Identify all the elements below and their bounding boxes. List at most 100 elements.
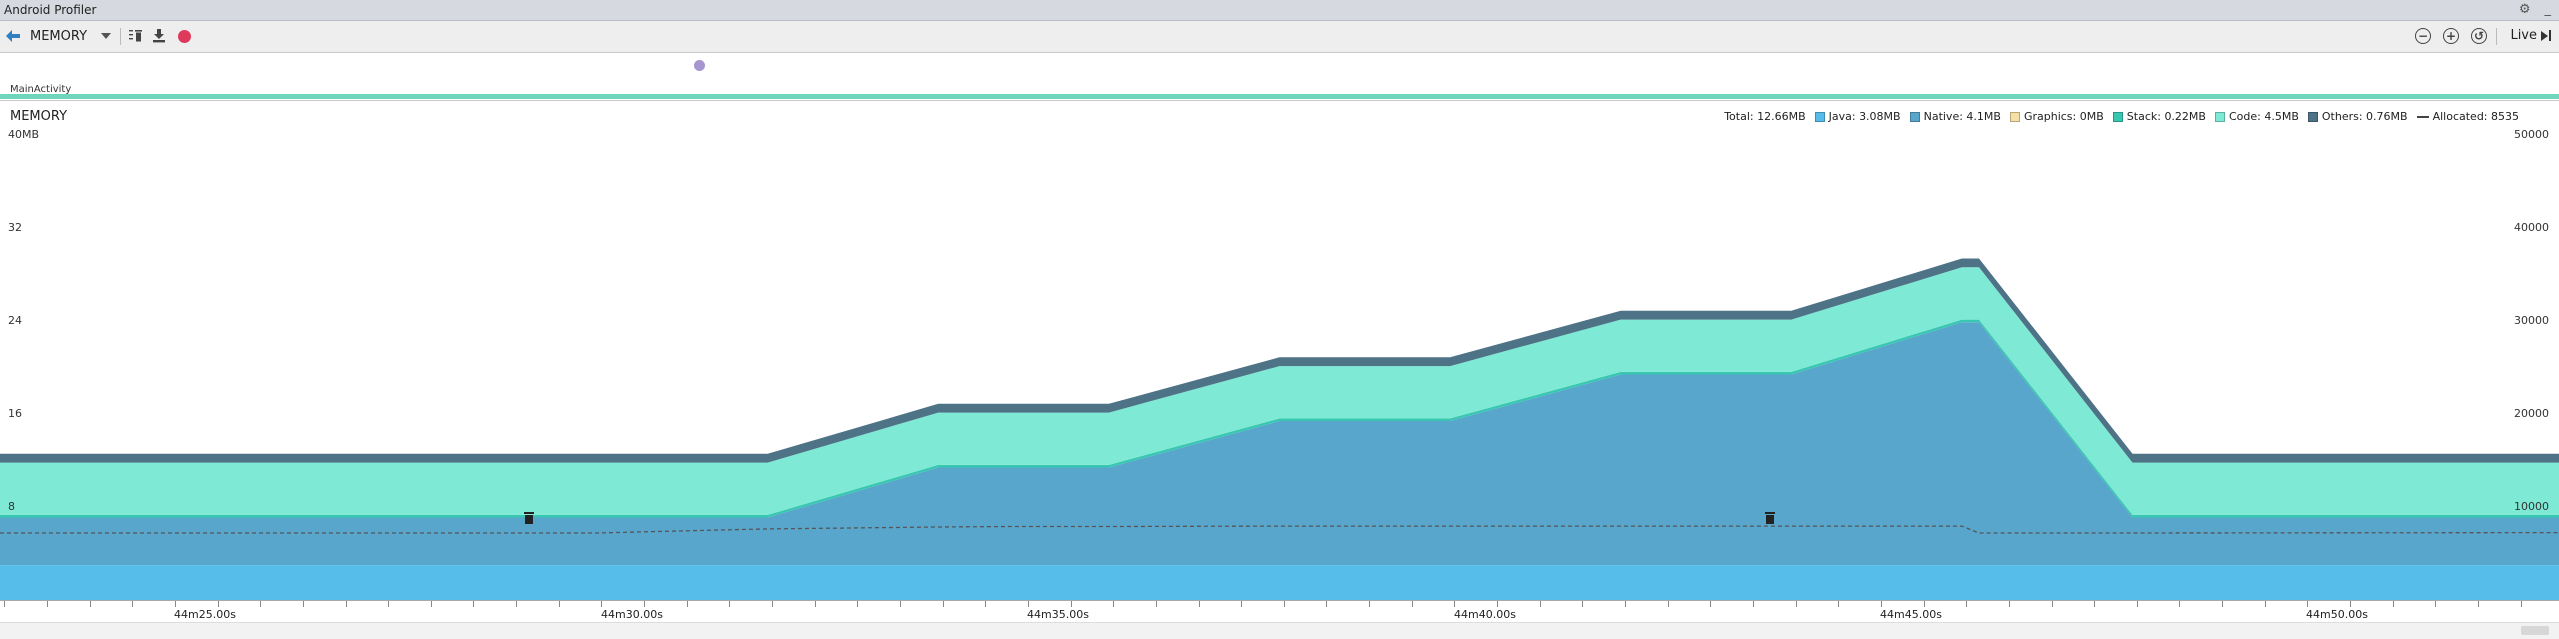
- time-tick: [4, 601, 6, 607]
- time-tick: [1966, 601, 1968, 607]
- activity-bar[interactable]: [0, 94, 2559, 99]
- y-left-tick-label: 16: [8, 407, 22, 420]
- live-button[interactable]: Live: [2510, 28, 2551, 43]
- settings-icon[interactable]: ⚙: [2519, 2, 2531, 17]
- legend-others-label: Others: 0.76MB: [2321, 110, 2408, 123]
- y-right-tick-label: 30000: [2514, 314, 2549, 327]
- time-tick: [89, 601, 91, 607]
- live-label: Live: [2510, 28, 2537, 43]
- time-tick: [1838, 601, 1840, 607]
- time-tick: [2435, 601, 2437, 607]
- time-tick: [46, 601, 48, 607]
- time-tick: [1539, 601, 1541, 607]
- y-left-tick-label: 32: [8, 221, 22, 234]
- y-left-tick-label: 8: [8, 500, 15, 513]
- legend-graphics: Graphics: 0MB: [2009, 110, 2104, 123]
- y-left-tick-label: 24: [8, 314, 22, 327]
- time-tick: [899, 601, 901, 607]
- trash-icon: [129, 30, 142, 42]
- gc-event-icon[interactable]: [523, 512, 534, 524]
- time-tick: [1625, 601, 1626, 607]
- time-axis: 44m25.00s 44m30.00s 44m35.00s 44m40.00s …: [0, 600, 2559, 623]
- y-right-tick-label: 10000: [2514, 500, 2549, 513]
- time-tick: [430, 601, 432, 607]
- legend-java-label: Java: 3.08MB: [1828, 110, 1901, 123]
- time-tick: [1070, 601, 1072, 607]
- zoom-out-button[interactable]: −: [2414, 27, 2432, 45]
- legend-others: Others: 0.76MB: [2307, 110, 2408, 123]
- horizontal-scrollbar[interactable]: [0, 622, 2559, 639]
- event-timeline: MainActivity: [0, 53, 2559, 98]
- time-tick: [857, 601, 859, 607]
- time-tick-label: 44m40.00s: [1454, 608, 1516, 621]
- y-right-tick-label: 20000: [2514, 407, 2549, 420]
- scrollbar-thumb[interactable]: [2521, 626, 2549, 635]
- record-icon: [177, 29, 191, 43]
- time-tick-label: 44m30.00s: [601, 608, 663, 621]
- memory-title: MEMORY: [10, 109, 68, 124]
- back-arrow-icon[interactable]: [4, 27, 22, 45]
- time-tick: [1795, 601, 1797, 607]
- legend-stack-label: Stack: 0.22MB: [2126, 110, 2206, 123]
- legend-total: Total: 12.66MB: [1724, 110, 1806, 123]
- legend-allocated-label: Allocated: 8535: [2432, 110, 2519, 123]
- legend-native: Native: 4.1MB: [1909, 110, 2001, 123]
- time-tick: [174, 601, 176, 607]
- dump-heap-button[interactable]: [150, 27, 168, 45]
- force-gc-button[interactable]: [127, 27, 145, 45]
- time-tick: [772, 601, 773, 607]
- series-area-java: [0, 565, 2559, 600]
- time-tick: [1411, 601, 1413, 607]
- window-title: Android Profiler: [4, 3, 97, 17]
- time-tick: [2179, 601, 2181, 607]
- time-tick: [1241, 601, 1243, 607]
- time-tick: [1369, 601, 1371, 607]
- legend-allocated-swatch: [2416, 115, 2429, 118]
- time-tick: [1667, 601, 1669, 607]
- time-tick: [2350, 601, 2351, 607]
- time-tick: [2094, 601, 2096, 607]
- toolbar-divider: [2496, 28, 2497, 45]
- y-right-tick-label: 50000: [2514, 128, 2549, 141]
- memory-monitor[interactable]: MEMORY Total: 12.66MB Java: 3.08MB Nativ…: [0, 100, 2559, 601]
- reset-zoom-button[interactable]: ↺: [2470, 27, 2488, 45]
- time-tick: [644, 601, 645, 607]
- time-tick: [2520, 601, 2522, 607]
- legend-stack: Stack: 0.22MB: [2112, 110, 2206, 123]
- time-tick: [2264, 601, 2266, 607]
- time-tick: [516, 601, 518, 607]
- zoom-in-button[interactable]: +: [2442, 27, 2460, 45]
- time-tick-label: 44m50.00s: [2306, 608, 2368, 621]
- touch-event-marker[interactable]: [694, 60, 705, 71]
- time-tick: [2392, 601, 2394, 607]
- time-tick: [1923, 601, 1925, 607]
- time-tick: [1326, 601, 1328, 607]
- chevron-down-icon: [101, 33, 112, 39]
- time-tick: [260, 601, 262, 607]
- time-tick: [686, 601, 688, 607]
- time-tick: [2136, 601, 2138, 607]
- time-tick: [1155, 601, 1157, 607]
- time-tick: [814, 601, 816, 607]
- record-button[interactable]: [175, 27, 193, 45]
- time-tick-label: 44m25.00s: [174, 608, 236, 621]
- memory-legend: Total: 12.66MB Java: 3.08MB Native: 4.1M…: [1724, 110, 2519, 123]
- gc-event-icon[interactable]: [1764, 512, 1775, 524]
- legend-code-swatch: [2214, 111, 2225, 122]
- y-left-tick-label: 40MB: [8, 128, 40, 141]
- time-tick: [302, 601, 304, 607]
- legend-native-swatch: [1909, 111, 1920, 122]
- legend-graphics-label: Graphics: 0MB: [2023, 110, 2104, 123]
- zoom-out-icon: −: [2415, 28, 2431, 44]
- memory-chart[interactable]: [0, 101, 2559, 600]
- toolbar-divider: [120, 28, 121, 45]
- go-live-icon: [2541, 30, 2551, 41]
- time-tick: [132, 601, 134, 607]
- legend-graphics-swatch: [2009, 111, 2020, 122]
- minimize-icon[interactable]: _: [2545, 2, 2552, 17]
- legend-java: Java: 3.08MB: [1814, 110, 1901, 123]
- y-right-tick-label: 40000: [2514, 221, 2549, 234]
- time-tick: [1497, 601, 1498, 607]
- monitor-select[interactable]: MEMORY: [30, 26, 112, 46]
- time-tick: [1454, 601, 1456, 607]
